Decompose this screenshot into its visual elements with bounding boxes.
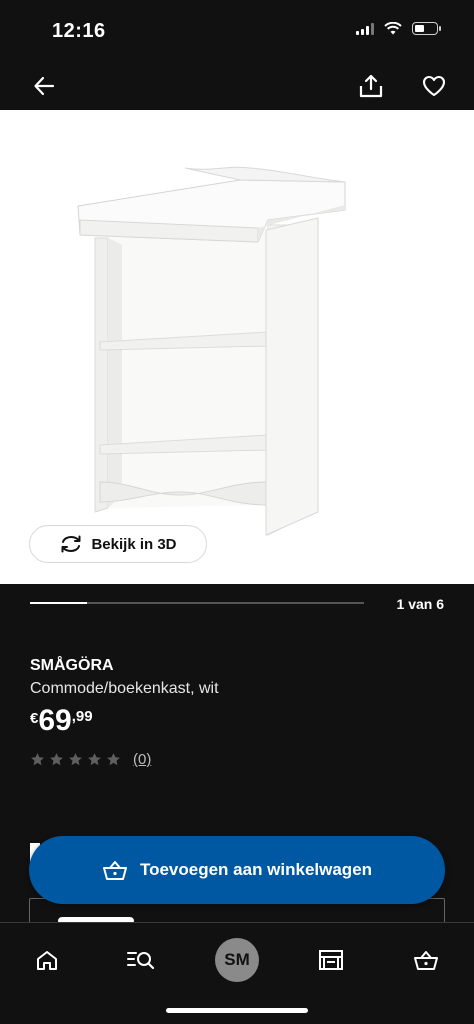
star-icon: [88, 753, 101, 766]
star-icon: [50, 753, 63, 766]
rating[interactable]: (0): [30, 751, 151, 768]
home-indicator: [166, 1008, 308, 1013]
avatar: SM: [215, 938, 259, 982]
favorite-button[interactable]: [418, 70, 450, 102]
app-header: [0, 62, 474, 110]
arrow-left-icon: [34, 76, 55, 96]
view-3d-button[interactable]: Bekijk in 3D: [29, 525, 207, 563]
heart-icon: [422, 75, 446, 97]
share-button[interactable]: [355, 70, 387, 102]
share-icon: [359, 74, 383, 98]
add-to-cart-label: Toevoegen aan winkelwagen: [139, 860, 373, 879]
status-bar: 12:16: [0, 0, 474, 62]
product-name: SMÅGÖRA: [30, 657, 114, 674]
nav-search[interactable]: [119, 938, 163, 982]
rating-stars: [30, 752, 121, 767]
product-price: € 69 ,99: [30, 705, 93, 737]
star-icon: [31, 753, 44, 766]
image-counter: 1 van 6: [396, 596, 444, 612]
price-decimal: ,99: [71, 708, 93, 725]
add-to-cart-button[interactable]: Toevoegen aan winkelwagen: [29, 836, 445, 904]
search-icon: [127, 952, 155, 970]
home-icon: [37, 951, 57, 970]
status-icons: [356, 22, 441, 35]
nav-cart[interactable]: [404, 938, 448, 982]
star-icon: [107, 753, 120, 766]
store-icon: [319, 950, 343, 970]
signal-icon: [356, 22, 374, 35]
nav-store[interactable]: [309, 938, 353, 982]
cart-icon: [414, 951, 438, 970]
nav-profile[interactable]: SM: [215, 938, 259, 982]
view-3d-label: Bekijk in 3D: [91, 535, 177, 553]
product-description: Commode/boekenkast, wit: [30, 680, 219, 697]
price-currency: €: [30, 710, 39, 727]
battery-icon: [412, 22, 441, 35]
star-icon: [69, 753, 82, 766]
nav-home[interactable]: [25, 938, 69, 982]
product-image: [77, 166, 346, 536]
price-integer: 69: [38, 704, 72, 737]
carousel-track: [30, 602, 364, 604]
image-carousel-indicator: 1 van 6: [30, 596, 444, 612]
rating-count-link[interactable]: (0): [133, 751, 151, 768]
back-button[interactable]: [28, 70, 60, 102]
rotate-3d-icon: [61, 535, 81, 553]
cart-icon: [102, 861, 127, 880]
product-image-area[interactable]: Bekijk in 3D: [0, 110, 474, 584]
status-time: 12:16: [52, 20, 106, 42]
wifi-icon: [384, 22, 402, 35]
carousel-progress: [30, 602, 87, 604]
